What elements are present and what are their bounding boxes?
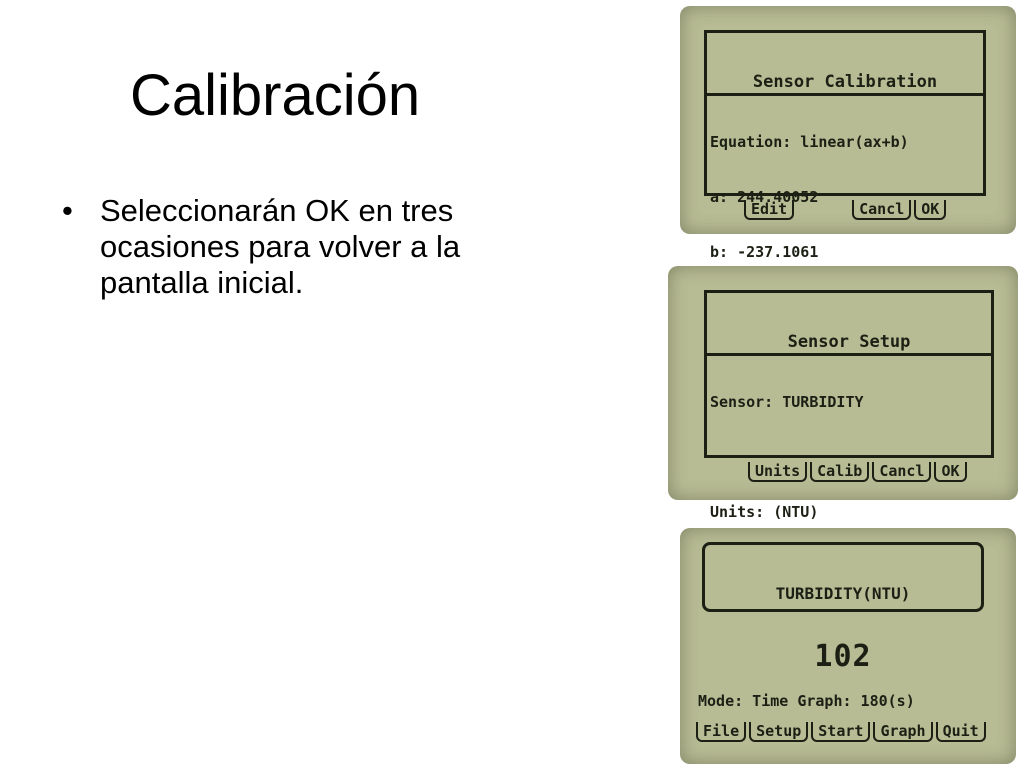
slide-title: Calibración [130, 63, 421, 128]
dialog-title: Sensor Calibration [707, 71, 983, 96]
softkey-ok[interactable]: OK [914, 200, 947, 220]
lcd-main-reading: TURBIDITY(NTU) 102 Mode: Time Graph: 180… [680, 528, 1016, 764]
softkey-quit[interactable]: Quit [935, 722, 986, 742]
lcd-sensor-setup: Sensor Setup Sensor: TURBIDITY Units: (N… [668, 266, 1018, 521]
sensor-line: Sensor: TURBIDITY [710, 393, 864, 411]
reading-label: TURBIDITY(NTU) [775, 584, 911, 603]
softkey-bar: Units Calib Cancl OK [748, 462, 970, 482]
softkey-bar: File Setup Start Graph Quit [696, 722, 986, 742]
reading-box: TURBIDITY(NTU) 102 [702, 542, 984, 672]
mode-line: Mode: Time Graph: 180(s) [698, 692, 915, 710]
setup-dialog: Sensor Setup Sensor: TURBIDITY Units: (N… [704, 290, 994, 521]
coefficient-b-line: b: -237.1061 [710, 243, 819, 261]
softkey-ok[interactable]: OK [934, 462, 967, 482]
calibration-dialog: Sensor Calibration Equation: linear(ax+b… [704, 30, 986, 261]
equation-line: Equation: linear(ax+b) [710, 133, 909, 151]
softkey-graph[interactable]: Graph [873, 722, 933, 742]
units-line: Units: (NTU) [710, 503, 819, 521]
bullet-text: Seleccionarán OK en tres ocasiones para … [100, 193, 461, 300]
softkey-cancel[interactable]: Cancl [872, 462, 932, 482]
reading-value: 102 [814, 639, 872, 674]
bullet-item: • Seleccionarán OK en tres ocasiones par… [62, 193, 502, 301]
softkey-bar: Edit Cancl OK [744, 200, 949, 220]
softkey-setup[interactable]: Setup [749, 722, 809, 742]
softkey-cancel[interactable]: Cancl [852, 200, 912, 220]
dialog-title: Sensor Setup [707, 331, 991, 356]
bullet-dot: • [62, 193, 73, 228]
softkey-calib[interactable]: Calib [810, 462, 870, 482]
bullet-list: • Seleccionarán OK en tres ocasiones par… [62, 193, 502, 301]
lcd-sensor-calibration: Sensor Calibration Equation: linear(ax+b… [680, 6, 1016, 261]
softkey-file[interactable]: File [696, 722, 747, 742]
softkey-start[interactable]: Start [811, 722, 871, 742]
softkey-edit[interactable]: Edit [744, 200, 795, 220]
softkey-units[interactable]: Units [748, 462, 808, 482]
